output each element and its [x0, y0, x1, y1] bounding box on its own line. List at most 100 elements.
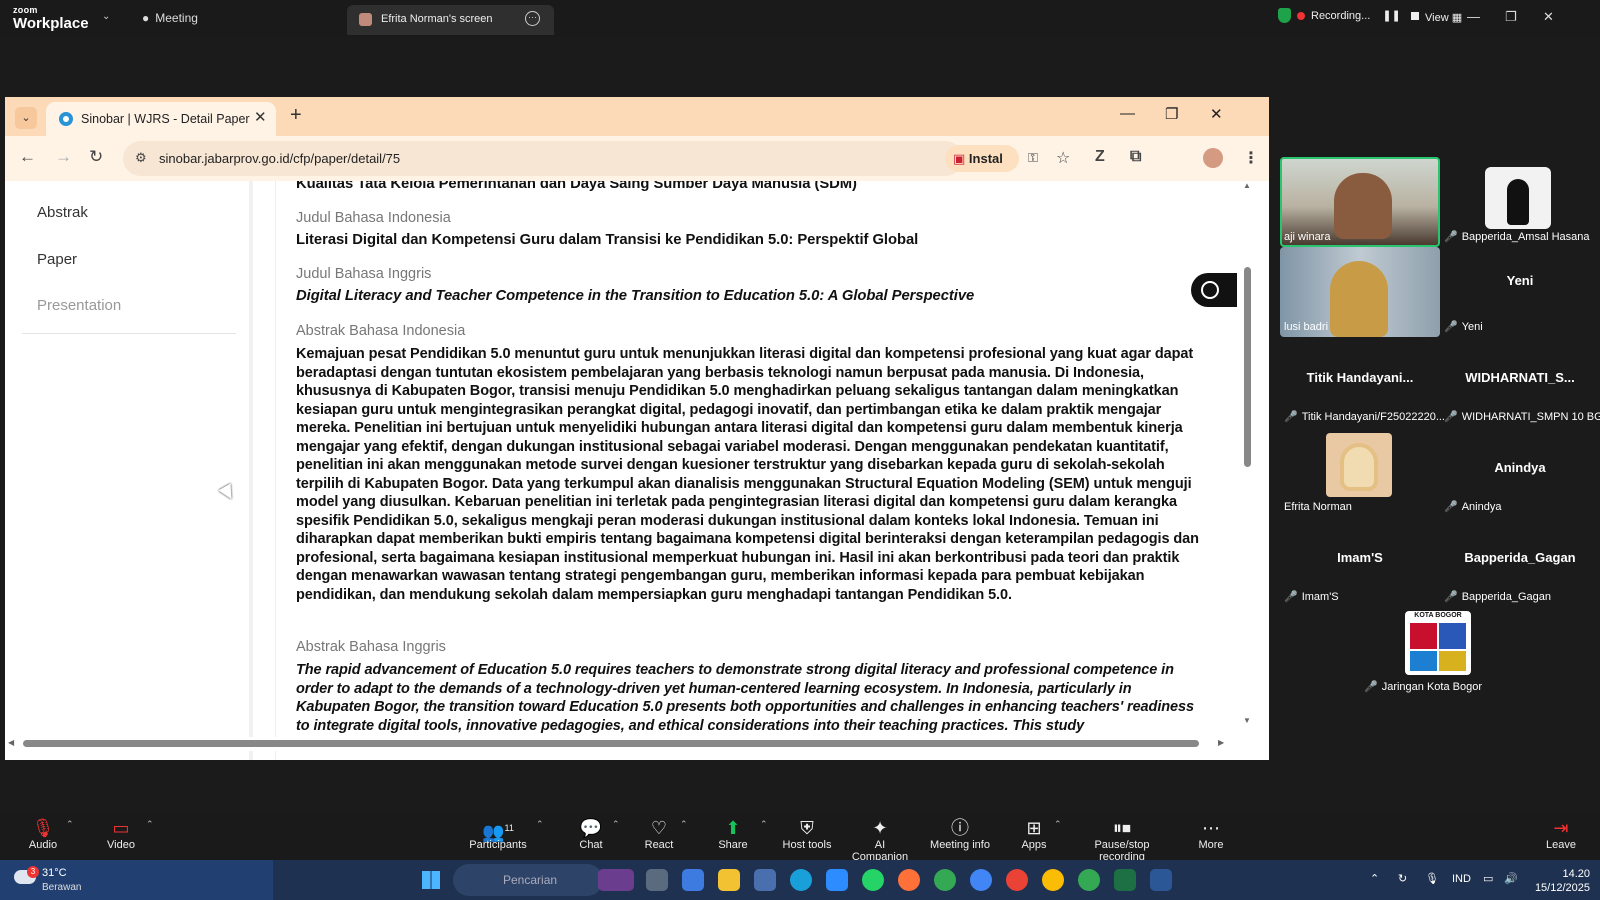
sidenav-item-presentation[interactable]: Presentation — [37, 297, 121, 314]
browser-tab[interactable]: Sinobar | WJRS - Detail Paper ✕ — [46, 102, 276, 136]
participant-tile[interactable]: Titik Handayani... 🎤 Titik Handayani/F250… — [1280, 337, 1445, 427]
extensions-puzzle-icon[interactable]: ⧉ — [1130, 148, 1141, 166]
tab-search-icon[interactable]: ⌄ — [15, 107, 37, 129]
chrome-icon[interactable] — [970, 869, 992, 891]
restore-icon[interactable]: ❐ — [1505, 9, 1517, 25]
address-bar[interactable]: ⚙ sinobar.jabarprov.go.id/cfp/paper/deta… — [123, 141, 1070, 176]
game-app-icon[interactable] — [598, 869, 634, 891]
audio-button[interactable]: 🎙 Audio — [26, 817, 60, 851]
password-key-icon[interactable]: ⚿ — [1028, 150, 1038, 166]
chat-button[interactable]: 💬 Chat — [574, 817, 608, 851]
task-view-icon[interactable] — [646, 869, 668, 891]
scroll-left-icon[interactable]: ◀ — [8, 738, 14, 747]
meeting-tab[interactable]: ● Meeting — [142, 11, 198, 25]
recording-indicator[interactable]: Recording... ❚❚ — [1278, 8, 1419, 23]
taskbar-clock[interactable]: 14.20 15/12/2025 — [1530, 867, 1590, 895]
scroll-thumb[interactable] — [1244, 267, 1251, 467]
sidenav-item-abstrak[interactable]: Abstrak — [37, 204, 88, 221]
chevron-up-icon[interactable]: ⌃ — [66, 819, 74, 830]
scroll-thumb[interactable] — [23, 740, 1199, 747]
react-button[interactable]: ♡ React — [642, 817, 676, 851]
volume-icon[interactable]: 🔊 — [1504, 872, 1518, 885]
weather-widget[interactable]: 3 31°C Berawan — [0, 860, 273, 900]
minimize-icon[interactable]: — — [1467, 9, 1480, 24]
chevron-up-icon[interactable]: ⌃ — [1054, 819, 1062, 830]
zotero-extension-icon[interactable]: Z — [1095, 148, 1105, 166]
zoom-icon[interactable] — [826, 869, 848, 891]
forward-icon[interactable]: → — [55, 147, 72, 167]
close-icon[interactable]: ✕ — [1543, 9, 1554, 25]
video-button[interactable]: ▭ Video — [104, 817, 138, 851]
scroll-right-icon[interactable]: ▶ — [1218, 738, 1224, 747]
profile-avatar[interactable] — [1203, 148, 1223, 168]
leave-button[interactable]: ⇥ Leave — [1546, 817, 1576, 851]
firefox-icon[interactable] — [898, 869, 920, 891]
chrome-icon[interactable] — [1042, 869, 1064, 891]
host-tools-button[interactable]: ⛨ Host tools — [782, 817, 832, 851]
word-icon[interactable] — [1150, 869, 1172, 891]
chevron-up-icon[interactable]: ⌃ — [760, 819, 768, 830]
chevron-up-icon[interactable]: ⌃ — [612, 819, 620, 830]
more-button[interactable]: ⋯ More — [1196, 817, 1226, 851]
vertical-scrollbar[interactable]: ▲ ▼ — [1241, 181, 1255, 760]
network-icon[interactable]: ▭ — [1483, 872, 1493, 885]
participant-tile[interactable]: WIDHARNATI_S... 🎤 WIDHARNATI_SMPN 10 BGR — [1440, 337, 1600, 427]
language-indicator[interactable]: IND — [1452, 873, 1471, 885]
pause-stop-recording-button[interactable]: ⏸⏹ Pause/stop recording — [1072, 817, 1172, 863]
taskbar-search[interactable]: Pencarian — [453, 864, 603, 896]
participant-tile[interactable]: Anindya 🎤 Anindya — [1440, 427, 1600, 517]
apps-button[interactable]: ⊞ Apps — [1020, 817, 1048, 851]
back-icon[interactable]: ← — [19, 147, 36, 167]
horizontal-scrollbar[interactable]: ◀ ▶ — [5, 737, 1241, 751]
new-tab-icon[interactable]: + — [290, 104, 302, 127]
shared-screen-tab[interactable]: Efrita Norman's screen ··· — [347, 5, 554, 35]
stop-icon[interactable] — [1410, 11, 1419, 20]
install-app-button[interactable]: ▣ Instal — [945, 145, 1019, 172]
more-options-icon[interactable]: ··· — [525, 11, 540, 26]
participants-button[interactable]: 👥11 Participants — [466, 817, 530, 851]
chevron-up-icon[interactable]: ⌃ — [1370, 872, 1379, 885]
edge-icon[interactable] — [790, 869, 812, 891]
chevron-down-icon[interactable]: ⌄ — [102, 11, 110, 22]
minimize-icon[interactable]: — — [1120, 105, 1135, 122]
participant-tile[interactable]: Imam'S 🎤 Imam'S — [1280, 517, 1440, 607]
chevron-up-icon[interactable]: ⌃ — [146, 819, 154, 830]
ai-companion-button[interactable]: ✦ AI Companion — [846, 817, 914, 863]
file-explorer-icon[interactable] — [718, 869, 740, 891]
sync-icon[interactable]: ↻ — [1398, 872, 1407, 885]
windows-start-icon[interactable] — [422, 871, 440, 889]
chrome-icon[interactable] — [1078, 869, 1100, 891]
mic-icon[interactable]: 🎙 — [1425, 872, 1439, 885]
view-button[interactable]: View ▦ — [1425, 11, 1462, 24]
whatsapp-icon[interactable] — [862, 869, 884, 891]
bookmark-star-icon[interactable]: ☆ — [1056, 148, 1070, 168]
meeting-info-button[interactable]: ⓘ Meeting info — [930, 817, 990, 851]
close-tab-icon[interactable]: ✕ — [254, 108, 267, 126]
participant-tile[interactable]: Bapperida_Gagan 🎤 Bapperida_Gagan — [1440, 517, 1600, 607]
browser-menu-icon[interactable]: ⋮ — [1243, 148, 1259, 168]
app-icon[interactable] — [754, 869, 776, 891]
share-button[interactable]: ⬆ Share — [715, 817, 751, 851]
copilot-icon[interactable] — [682, 869, 704, 891]
scroll-up-icon[interactable]: ▲ — [1243, 181, 1251, 190]
participant-tile[interactable]: aji winara — [1280, 157, 1440, 247]
floating-widget-button[interactable] — [1191, 273, 1237, 307]
chrome-icon[interactable] — [1006, 869, 1028, 891]
participant-tile[interactable]: 🎤 Bapperida_Amsal Hasana — [1440, 157, 1600, 247]
chrome-icon[interactable] — [934, 869, 956, 891]
chevron-up-icon[interactable]: ⌃ — [536, 819, 544, 830]
scroll-down-icon[interactable]: ▼ — [1243, 716, 1251, 725]
close-icon[interactable]: ✕ — [1210, 105, 1223, 123]
zoom-logo[interactable]: zoom Workplace — [13, 5, 89, 32]
participant-tile[interactable]: KOTA BOGOR 🎤 Jaringan Kota Bogor — [1360, 607, 1520, 697]
participant-tile[interactable]: lusi badri — [1280, 247, 1440, 337]
participant-tile[interactable]: Yeni 🎤 Yeni — [1440, 247, 1600, 337]
site-info-icon[interactable]: ⚙ — [135, 150, 147, 166]
pause-icon[interactable]: ❚❚ — [1382, 9, 1400, 22]
sidenav-item-paper[interactable]: Paper — [37, 251, 77, 268]
excel-icon[interactable] — [1114, 869, 1136, 891]
restore-icon[interactable]: ❐ — [1165, 105, 1178, 123]
reload-icon[interactable]: ↻ — [89, 147, 103, 167]
chevron-up-icon[interactable]: ⌃ — [680, 819, 688, 830]
participant-tile[interactable]: Efrita Norman — [1280, 427, 1440, 517]
